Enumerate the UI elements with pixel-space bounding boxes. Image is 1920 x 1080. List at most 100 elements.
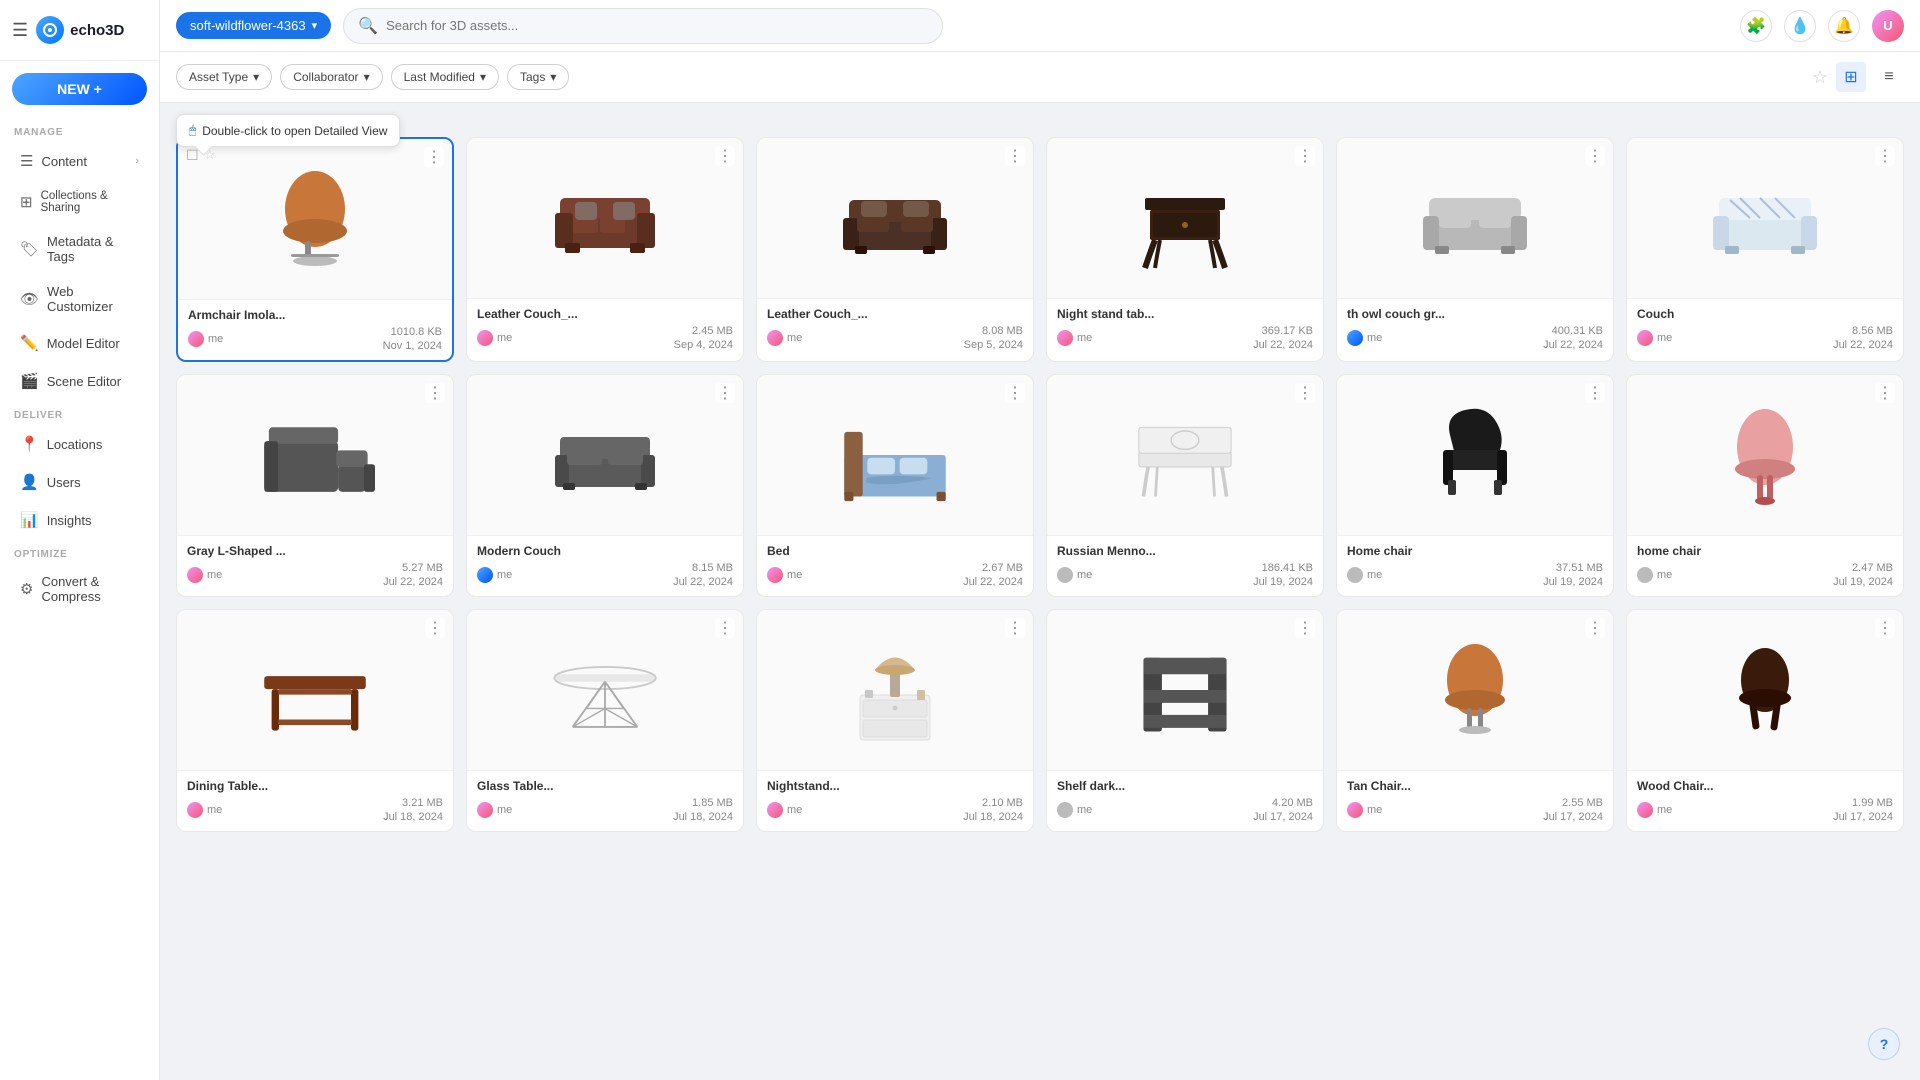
asset-size: 8.08 MB — [982, 325, 1023, 337]
asset-card[interactable]: ⋮ — [466, 137, 744, 362]
more-menu-icon[interactable]: ⋮ — [1295, 618, 1315, 638]
more-menu-icon[interactable]: ⋮ — [1875, 383, 1895, 403]
sidebar-item-label: Content — [41, 154, 87, 169]
sidebar-item-users[interactable]: 👤 Users — [6, 464, 153, 500]
more-menu-icon[interactable]: ⋮ — [715, 618, 735, 638]
asset-name: Modern Couch — [477, 544, 733, 558]
deliver-section-label: DELIVER — [0, 400, 159, 425]
more-menu-icon[interactable]: ⋮ — [1875, 146, 1895, 166]
asset-image: ⋮ — [1337, 610, 1613, 770]
asset-card[interactable]: ⋮ Russi — [1046, 374, 1324, 597]
more-menu-icon[interactable]: ⋮ — [1875, 618, 1895, 638]
sidebar-item-label: Scene Editor — [47, 374, 121, 389]
owner-avatar — [1347, 567, 1363, 583]
asset-card[interactable]: ⋮ Bed — [756, 374, 1034, 597]
logo-icon — [36, 16, 64, 44]
tooltip-icon: 🖱 — [189, 123, 196, 138]
asset-size-date: 3.21 MB Jul 18, 2024 — [383, 797, 443, 823]
asset-size-date: 8.08 MB Sep 5, 2024 — [964, 325, 1023, 351]
sidebar-item-content[interactable]: ☰ Content › — [6, 143, 153, 179]
search-input[interactable] — [386, 18, 928, 33]
more-menu-icon[interactable]: ⋮ — [1585, 146, 1605, 166]
list-view-button[interactable]: ≡ — [1874, 62, 1904, 92]
help-button[interactable]: ? — [1868, 1028, 1900, 1060]
asset-owner: me — [767, 567, 802, 583]
manage-section-label: MANAGE — [0, 117, 159, 142]
asset-size: 2.67 MB — [982, 562, 1023, 574]
asset-footer: Bed me 2.67 MB Jul 22, 2024 — [757, 535, 1033, 596]
asset-card[interactable]: ⋮ Night — [1046, 137, 1324, 362]
grid-view-button[interactable]: ⊞ — [1836, 62, 1866, 92]
more-menu-icon[interactable]: ⋮ — [1005, 146, 1025, 166]
content-area[interactable]: 🖱 Double-click to open Detailed View ☐ ☆… — [160, 103, 1920, 1080]
asset-thumbnail — [1705, 630, 1825, 750]
more-menu-icon[interactable]: ⋮ — [1585, 618, 1605, 638]
asset-meta: me 4.20 MB Jul 17, 2024 — [1057, 797, 1313, 823]
asset-type-label: Asset Type — [189, 70, 248, 84]
water-icon[interactable]: 💧 — [1784, 10, 1816, 42]
sidebar-item-convert[interactable]: ⚙ Convert & Compress — [6, 565, 153, 613]
asset-card[interactable]: ☐ ☆ ⋮ Armchair Imola... — [176, 137, 454, 362]
asset-card[interactable]: ⋮ — [756, 137, 1034, 362]
sidebar-item-insights[interactable]: 📊 Insights — [6, 502, 153, 538]
asset-card[interactable]: ⋮ Wood Chair... me — [1626, 609, 1904, 832]
asset-card[interactable]: ⋮ Modern Couch — [466, 374, 744, 597]
more-menu-icon[interactable]: ⋮ — [1005, 618, 1025, 638]
more-menu-icon[interactable]: ⋮ — [1295, 146, 1315, 166]
more-menu-icon[interactable]: ⋮ — [715, 146, 735, 166]
hamburger-icon[interactable]: ☰ — [12, 20, 28, 41]
asset-size-date: 1.99 MB Jul 17, 2024 — [1833, 797, 1893, 823]
puzzle-icon[interactable]: 🧩 — [1740, 10, 1772, 42]
asset-size: 2.55 MB — [1562, 797, 1603, 809]
web-customizer-icon: 👁 — [20, 290, 39, 308]
more-menu-icon[interactable]: ⋮ — [425, 618, 445, 638]
sidebar-item-locations[interactable]: 📍 Locations — [6, 426, 153, 462]
collaborator-filter[interactable]: Collaborator ▾ — [280, 64, 382, 90]
asset-card[interactable]: ⋮ Gray L-Shaped ... — [176, 374, 454, 597]
tags-filter[interactable]: Tags ▾ — [507, 64, 569, 90]
asset-meta: me 8.15 MB Jul 22, 2024 — [477, 562, 733, 588]
asset-card[interactable]: ⋮ Tan Chair... me — [1336, 609, 1614, 832]
asset-card[interactable]: ⋮ Home chair — [1336, 374, 1614, 597]
last-modified-filter[interactable]: Last Modified ▾ — [391, 64, 499, 90]
more-menu-icon[interactable]: ⋮ — [425, 383, 445, 403]
avatar[interactable]: U — [1872, 10, 1904, 42]
sidebar-item-collections[interactable]: ⊞ Collections & Sharing — [6, 181, 153, 223]
asset-image: ⋮ — [1627, 138, 1903, 298]
asset-name: home chair — [1637, 544, 1893, 558]
sidebar-item-web-customizer[interactable]: 👁 Web Customizer — [6, 275, 153, 323]
new-button[interactable]: NEW + — [12, 73, 147, 105]
owner-avatar — [1347, 330, 1363, 346]
more-menu-icon[interactable]: ⋮ — [1585, 383, 1605, 403]
owner-name: me — [787, 332, 802, 344]
asset-meta: me 37.51 MB Jul 19, 2024 — [1347, 562, 1603, 588]
more-menu-icon[interactable]: ⋮ — [1295, 383, 1315, 403]
workspace-selector[interactable]: soft-wildflower-4363 ▾ — [176, 12, 331, 39]
chevron-down-icon: ▾ — [364, 70, 370, 84]
sidebar-item-metadata[interactable]: 🏷 Metadata & Tags — [6, 225, 153, 273]
asset-card[interactable]: ⋮ — [1626, 137, 1904, 362]
asset-card[interactable]: ⋮ th owl couch gr... — [1336, 137, 1614, 362]
asset-card[interactable]: ⋮ Shelf dark... me — [1046, 609, 1324, 832]
more-menu-icon[interactable]: ⋮ — [715, 383, 735, 403]
asset-size: 8.15 MB — [692, 562, 733, 574]
asset-date: Jul 19, 2024 — [1543, 576, 1603, 588]
star-button[interactable]: ☆ — [1812, 67, 1828, 88]
asset-date: Sep 5, 2024 — [964, 339, 1023, 351]
bell-icon[interactable]: 🔔 — [1828, 10, 1860, 42]
asset-owner: me — [477, 802, 512, 818]
asset-card[interactable]: ⋮ — [756, 609, 1034, 832]
view-controls: ☆ ⊞ ≡ — [1812, 62, 1904, 92]
sidebar-item-label: Insights — [47, 513, 92, 528]
asset-size-date: 2.10 MB Jul 18, 2024 — [963, 797, 1023, 823]
more-menu-icon[interactable]: ⋮ — [1005, 383, 1025, 403]
asset-type-filter[interactable]: Asset Type ▾ — [176, 64, 272, 90]
sidebar-item-model-editor[interactable]: ✏️ Model Editor — [6, 325, 153, 361]
asset-card[interactable]: ⋮ home chair me — [1626, 374, 1904, 597]
more-menu-icon[interactable]: ⋮ — [424, 147, 444, 167]
asset-card[interactable]: ⋮ Dining Table... m — [176, 609, 454, 832]
asset-card[interactable]: ⋮ — [466, 609, 744, 832]
sidebar-item-scene-editor[interactable]: 🎬 Scene Editor — [6, 363, 153, 399]
asset-size-date: 2.47 MB Jul 19, 2024 — [1833, 562, 1893, 588]
asset-footer: Home chair me 37.51 MB Jul 19, 2024 — [1337, 535, 1613, 596]
